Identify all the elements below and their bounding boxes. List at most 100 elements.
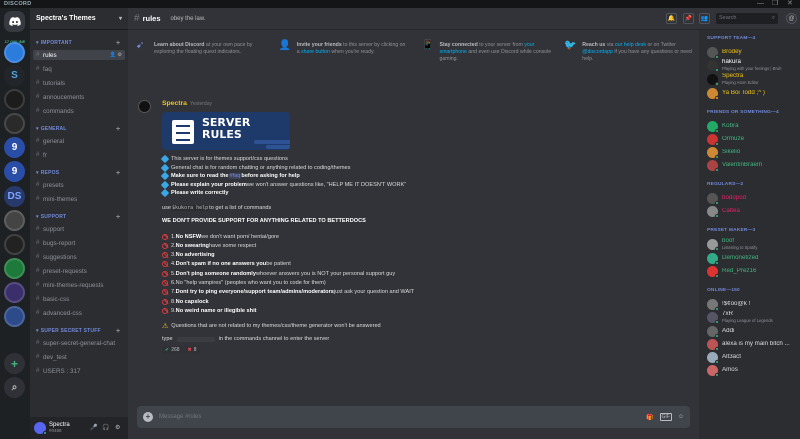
member-item[interactable]: Kobra: [707, 120, 797, 133]
search-input[interactable]: Search ⌕: [716, 13, 778, 24]
channel-preset-requests[interactable]: # preset-requests: [33, 266, 125, 276]
message-author-avatar[interactable]: [138, 100, 151, 113]
add-channel-icon[interactable]: +: [116, 214, 120, 221]
member-item[interactable]: Demonetized: [707, 252, 797, 265]
channel-advanced-css[interactable]: # advanced-css: [33, 308, 125, 318]
member-item[interactable]: Amos: [707, 364, 797, 377]
channel-mini-themes[interactable]: # mini-themes: [33, 194, 125, 204]
minimize-button[interactable]: —: [757, 0, 764, 8]
gift-icon[interactable]: 🎁: [646, 414, 653, 421]
message-author[interactable]: Spectra Yesterday: [162, 100, 212, 107]
member-avatar: [707, 311, 719, 324]
category-super-secret-stuff[interactable]: ▾ SUPER SECRET STUFF +: [36, 328, 120, 335]
channel-actions[interactable]: 👤 ⚙: [110, 52, 122, 58]
swirl-icon[interactable]: [4, 42, 25, 63]
channel-faq[interactable]: # faq: [33, 64, 125, 74]
mute-icon[interactable]: 🎤: [90, 424, 97, 431]
channel-support[interactable]: # support: [33, 224, 125, 234]
category-repos[interactable]: ▾ REPOS +: [36, 170, 120, 177]
member-item[interactable]: Caltea: [707, 205, 797, 218]
channel-tutorials[interactable]: # tutorials: [33, 78, 125, 88]
channel-rules[interactable]: # rules 👤 ⚙: [33, 50, 125, 60]
category-support[interactable]: ▾ SUPPORT +: [36, 214, 120, 221]
tip-link[interactable]: @discordapp: [582, 49, 613, 55]
server-header[interactable]: Spectra's Themes ▾: [30, 8, 128, 30]
tip-link[interactable]: our help desk: [615, 42, 646, 48]
reaction[interactable]: ✖ 8: [184, 346, 200, 355]
add-channel-icon[interactable]: +: [116, 126, 120, 133]
message-composer[interactable]: + Message #rules 🎁 GIF ☺: [137, 406, 690, 428]
member-item[interactable]: Red_Prez16: [707, 265, 797, 278]
planet-logo-icon[interactable]: [4, 306, 25, 327]
s-logo-icon[interactable]: S: [4, 65, 25, 86]
channel-bugs-report[interactable]: # bugs-report: [33, 238, 125, 248]
upload-plus-icon[interactable]: +: [143, 412, 153, 422]
member-item[interactable]: alexa is my main bitch ...: [707, 338, 797, 351]
member-item[interactable]: 7xR Playing League of Legends: [707, 311, 797, 324]
member-item[interactable]: Spectra Playing Atom Editor: [707, 73, 797, 86]
home-button[interactable]: [4, 11, 25, 32]
add-channel-icon[interactable]: +: [116, 328, 120, 335]
add-channel-icon[interactable]: +: [116, 40, 120, 47]
photo-logo-icon[interactable]: [4, 210, 25, 231]
deafen-icon[interactable]: 🎧: [102, 424, 109, 431]
channel-users-317[interactable]: # USERS : 317: [33, 366, 125, 376]
member-item[interactable]: Brodey: [707, 46, 797, 59]
member-item[interactable]: boof Listening to Spotify: [707, 238, 797, 251]
notifications-bell-icon[interactable]: 🔔: [666, 13, 677, 24]
channel-mention[interactable]: #faq: [228, 173, 242, 179]
hash-icon: #: [36, 66, 40, 72]
spoiler-command[interactable]: [176, 336, 215, 342]
add-server-button[interactable]: +: [4, 353, 25, 374]
member-item[interactable]: ValentinBraem: [707, 159, 797, 172]
channel-general[interactable]: # general: [33, 136, 125, 146]
member-item[interactable]: hakura Playing with your feelings | Bruh: [707, 59, 797, 72]
hash-icon: #: [36, 354, 40, 360]
status-dot: [715, 128, 719, 133]
explore-servers-button[interactable]: ⌕: [4, 377, 25, 398]
ds-logo-icon[interactable]: DS: [4, 186, 25, 207]
user-avatar[interactable]: [34, 422, 47, 435]
category-general[interactable]: ▾ GENERAL +: [36, 126, 120, 133]
gif-icon[interactable]: GIF: [659, 413, 672, 421]
tip-link[interactable]: share button: [301, 49, 330, 55]
channel-annoucements[interactable]: # annoucements: [33, 92, 125, 102]
settings-gear-icon[interactable]: ⚙: [115, 424, 120, 431]
message-input[interactable]: Message #rules: [159, 414, 646, 420]
channel-header: # rules obey the law. 🔔 📌 👥 Search ⌕ @: [128, 8, 800, 30]
dark-logo-icon[interactable]: [4, 89, 25, 110]
channel-super-secret-general-chat[interactable]: # super-secret-general-chat: [33, 338, 125, 348]
member-item[interactable]: Addi: [707, 325, 797, 338]
maximize-button[interactable]: ❐: [772, 0, 778, 8]
channel-fr[interactable]: # fr: [33, 150, 125, 160]
green-cube-icon[interactable]: [4, 258, 25, 279]
member-name: Caltea: [722, 207, 740, 214]
red-logo-icon[interactable]: [4, 113, 25, 134]
member-item[interactable]: bodopod: [707, 192, 797, 205]
close-button[interactable]: ✕: [787, 0, 793, 8]
category-important[interactable]: ▾ IMPORTANT +: [36, 40, 120, 47]
rocket-logo-icon[interactable]: [4, 234, 25, 255]
nine-logo-icon[interactable]: 9: [4, 161, 25, 182]
status-dot: [715, 141, 719, 146]
channel-presets[interactable]: # presets: [33, 180, 125, 190]
member-item[interactable]: Alt3act: [707, 351, 797, 364]
pinned-messages-icon[interactable]: 📌: [683, 13, 694, 24]
channel-basic-css[interactable]: # basic-css: [33, 294, 125, 304]
channel-commands[interactable]: # commands: [33, 106, 125, 116]
reaction[interactable]: ✔ 268: [162, 346, 183, 355]
pointer-icon: ➹: [136, 40, 145, 51]
purple-logo-icon[interactable]: [4, 282, 25, 303]
member-item[interactable]: !$¢oo@k !: [707, 298, 797, 311]
nine-logo-icon[interactable]: 9: [4, 137, 25, 158]
member-item[interactable]: Sikelio: [707, 146, 797, 159]
member-item[interactable]: Ya Boi Todd ;^ ): [707, 87, 797, 100]
channel-mini-themes-requests[interactable]: # mini-themes-requests: [33, 280, 125, 290]
member-list-icon[interactable]: 👥: [699, 13, 710, 24]
mention-icon[interactable]: @: [786, 13, 797, 24]
channel-dev-test[interactable]: # dev_test: [33, 352, 125, 362]
add-channel-icon[interactable]: +: [116, 170, 120, 177]
channel-suggestions[interactable]: # suggestions: [33, 252, 125, 262]
member-item[interactable]: Ormuze: [707, 133, 797, 146]
emoji-icon[interactable]: ☺: [678, 414, 684, 420]
